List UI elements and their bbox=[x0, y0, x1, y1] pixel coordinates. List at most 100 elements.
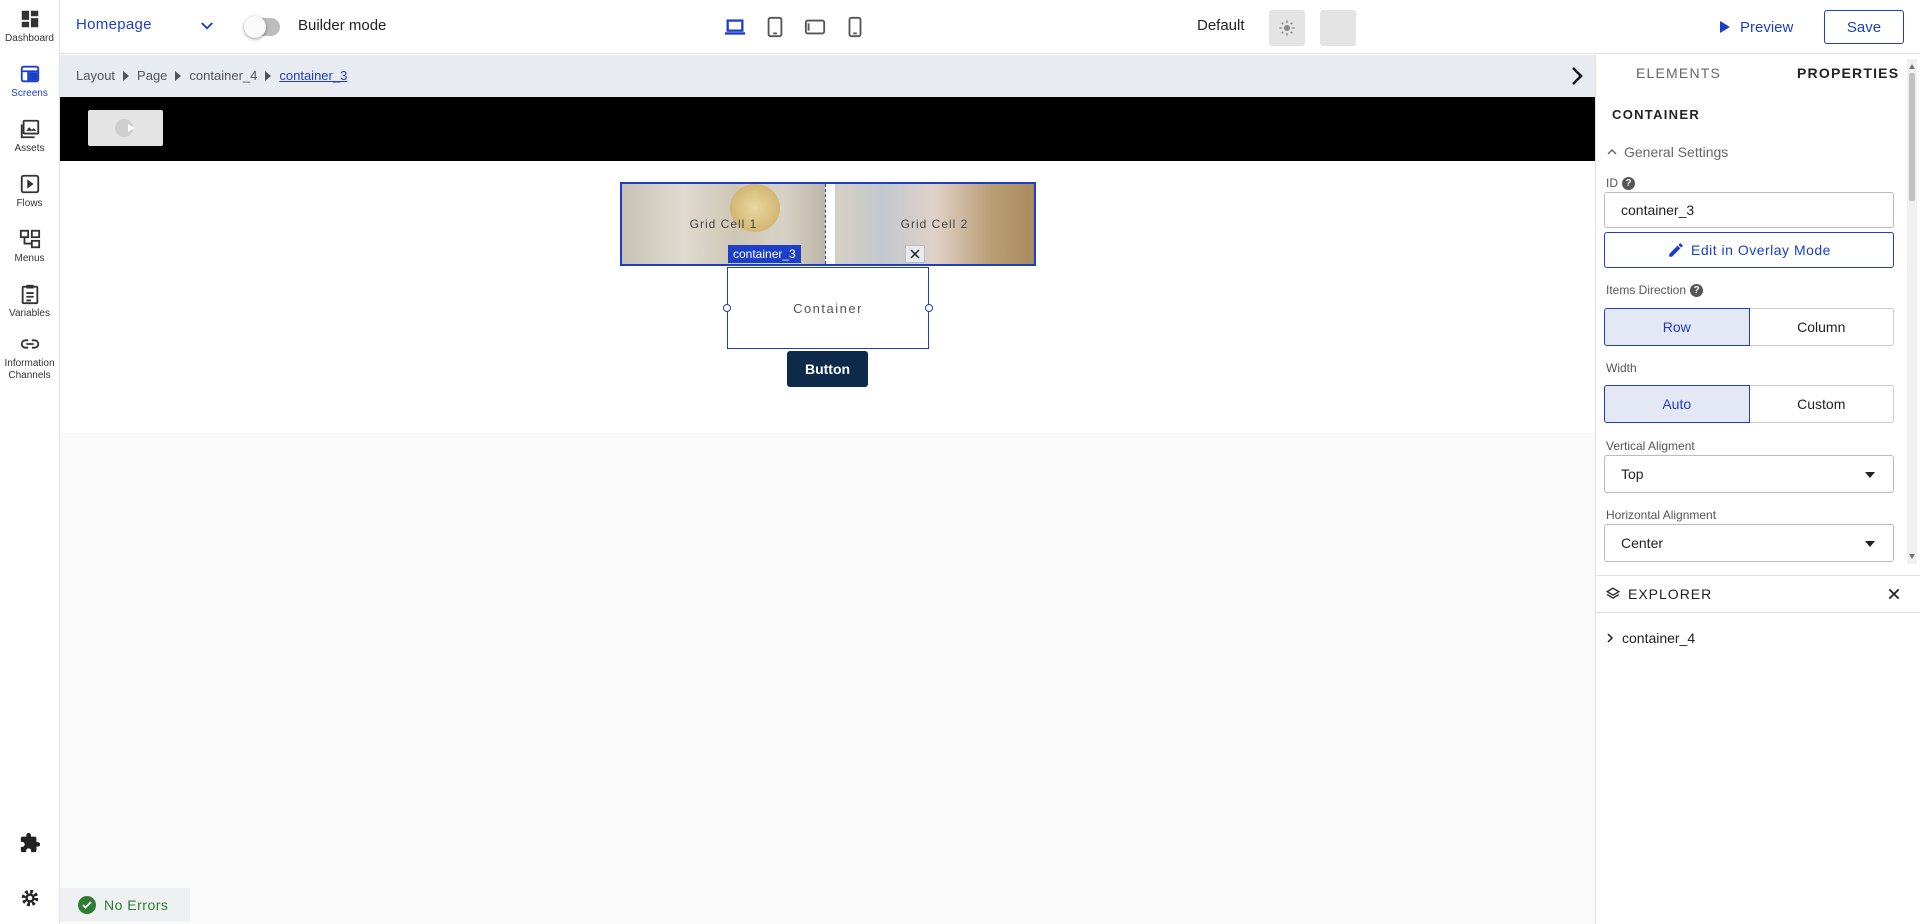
preview-button[interactable]: Preview bbox=[1708, 12, 1801, 42]
plugins-button[interactable] bbox=[0, 832, 59, 854]
width-auto-option[interactable]: Auto bbox=[1604, 385, 1750, 423]
dashboard-icon bbox=[20, 9, 39, 29]
layers-icon bbox=[1606, 587, 1620, 599]
vertical-alignment-label: Vertical Aligment bbox=[1606, 439, 1695, 453]
save-button[interactable]: Save bbox=[1824, 10, 1904, 44]
breadcrumb: Layout Page container_4 container_3 bbox=[76, 68, 347, 83]
tablet-landscape-icon[interactable] bbox=[804, 16, 826, 38]
error-status-label: No Errors bbox=[104, 896, 169, 913]
width-custom-option[interactable]: Custom bbox=[1749, 385, 1894, 423]
screens-icon bbox=[20, 65, 39, 83]
container-label: Container bbox=[793, 300, 863, 316]
error-status[interactable]: No Errors bbox=[60, 888, 190, 921]
grid-cell-2[interactable]: Grid Cell 2 bbox=[835, 184, 1034, 264]
edit-overlay-button[interactable]: Edit in Overlay Mode bbox=[1604, 232, 1894, 268]
nav-label-variables: Variables bbox=[9, 308, 50, 319]
horizontal-alignment-value: Center bbox=[1621, 535, 1664, 551]
dark-theme-button[interactable] bbox=[1320, 10, 1356, 46]
explorer-header: EXPLORER bbox=[1596, 575, 1920, 613]
close-icon[interactable] bbox=[1887, 587, 1901, 601]
breadcrumb-item-layout[interactable]: Layout bbox=[76, 68, 115, 83]
light-theme-button[interactable] bbox=[1269, 10, 1305, 46]
menus-icon bbox=[19, 229, 40, 249]
help-icon[interactable]: ? bbox=[1622, 176, 1635, 190]
chevron-right-icon[interactable] bbox=[1565, 64, 1589, 88]
laptop-icon[interactable] bbox=[724, 16, 746, 38]
preview-label: Preview bbox=[1740, 18, 1794, 36]
dropdown-caret-icon bbox=[1865, 472, 1875, 478]
items-direction-label-text: Items Direction bbox=[1606, 283, 1687, 297]
breadcrumb-item-container-3[interactable]: container_3 bbox=[279, 68, 347, 83]
nav-label-menus: Menus bbox=[14, 253, 45, 264]
chevron-down-icon[interactable] bbox=[198, 17, 216, 35]
general-settings-toggle[interactable]: General Settings bbox=[1606, 144, 1728, 160]
nav-label-dashboard: Dashboard bbox=[5, 33, 54, 44]
tab-properties[interactable]: PROPERTIES bbox=[1797, 65, 1899, 81]
vertical-alignment-value: Top bbox=[1621, 466, 1644, 482]
nav-label-assets: Assets bbox=[14, 143, 45, 154]
nav-item-flows[interactable]: Flows bbox=[0, 173, 59, 210]
resize-handle-left[interactable] bbox=[723, 304, 731, 312]
general-settings-label: General Settings bbox=[1624, 144, 1729, 160]
builder-canvas: Grid Cell 1 Grid Cell 2 container_3 Cont… bbox=[60, 97, 1595, 924]
explorer-title: EXPLORER bbox=[1628, 586, 1713, 602]
flows-icon bbox=[20, 174, 39, 194]
page-select[interactable]: Homepage bbox=[76, 16, 152, 33]
theme-label: Default bbox=[1197, 17, 1245, 34]
panel-scrollbar[interactable] bbox=[1907, 59, 1917, 564]
nav-item-menus[interactable]: Menus bbox=[0, 228, 59, 265]
nav-item-variables[interactable]: Variables bbox=[0, 283, 59, 320]
page-header[interactable] bbox=[60, 97, 1595, 161]
selected-element-tag: container_3 bbox=[728, 245, 801, 263]
width-label: Width bbox=[1606, 361, 1637, 375]
items-direction-segmented: Row Column bbox=[1604, 308, 1894, 346]
breadcrumb-separator-icon bbox=[265, 70, 272, 81]
nav-item-assets[interactable]: Assets bbox=[0, 118, 59, 155]
logo-placeholder bbox=[88, 110, 163, 146]
builder-mode-toggle[interactable] bbox=[244, 16, 280, 38]
tab-elements[interactable]: ELEMENTS bbox=[1636, 65, 1721, 81]
close-icon bbox=[910, 249, 920, 259]
canvas-button[interactable]: Button bbox=[787, 351, 868, 387]
phone-icon[interactable] bbox=[844, 16, 866, 38]
tablet-icon[interactable] bbox=[764, 16, 786, 38]
sun-icon bbox=[1279, 20, 1295, 36]
grid-cell-label: Grid Cell 1 bbox=[689, 217, 758, 231]
breadcrumb-separator-icon bbox=[123, 70, 130, 81]
edit-overlay-label: Edit in Overlay Mode bbox=[1691, 242, 1831, 258]
breadcrumb-item-page[interactable]: Page bbox=[137, 68, 167, 83]
grid-container[interactable]: Grid Cell 1 Grid Cell 2 bbox=[620, 182, 1036, 266]
horizontal-alignment-select[interactable]: Center bbox=[1604, 524, 1894, 562]
horizontal-alignment-label: Horizontal Alignment bbox=[1606, 508, 1717, 522]
id-input[interactable]: container_3 bbox=[1604, 192, 1894, 228]
variables-icon bbox=[21, 284, 38, 305]
direction-row-option[interactable]: Row bbox=[1604, 308, 1750, 346]
breadcrumb-item-container-4[interactable]: container_4 bbox=[189, 68, 257, 83]
section-title: CONTAINER bbox=[1612, 107, 1701, 122]
direction-column-option[interactable]: Column bbox=[1749, 308, 1894, 346]
check-circle-icon bbox=[78, 895, 96, 914]
selected-container[interactable]: Container bbox=[723, 267, 933, 349]
nav-item-screens[interactable]: Screens bbox=[0, 63, 59, 100]
chevron-right-icon bbox=[1607, 633, 1614, 643]
pencil-icon bbox=[1669, 243, 1683, 257]
explorer-tree-item[interactable]: container_4 bbox=[1604, 630, 1695, 646]
resize-handle-right[interactable] bbox=[925, 304, 933, 312]
link-icon bbox=[20, 339, 39, 349]
nav-item-dashboard[interactable]: Dashboard bbox=[0, 8, 59, 45]
builder-mode-label: Builder mode bbox=[298, 17, 387, 34]
nav-label-flows: Flows bbox=[16, 198, 43, 209]
settings-button[interactable] bbox=[0, 887, 59, 909]
breadcrumb-separator-icon bbox=[175, 70, 182, 81]
properties-panel: ELEMENTS PROPERTIES CONTAINER General Se… bbox=[1595, 55, 1920, 924]
vertical-alignment-select[interactable]: Top bbox=[1604, 455, 1894, 493]
deselect-button[interactable] bbox=[905, 245, 925, 263]
nav-label-information-channels: Information Channels bbox=[4, 358, 55, 381]
toggle-knob bbox=[244, 16, 266, 38]
breadcrumb-bar: Layout Page container_4 container_3 bbox=[60, 55, 1595, 97]
id-label-text: ID bbox=[1606, 176, 1618, 190]
tree-item-label: container_4 bbox=[1622, 630, 1696, 646]
nav-item-information-channels[interactable]: Information Channels bbox=[0, 333, 59, 382]
help-icon[interactable]: ? bbox=[1690, 283, 1704, 297]
dropdown-caret-icon bbox=[1865, 541, 1875, 547]
